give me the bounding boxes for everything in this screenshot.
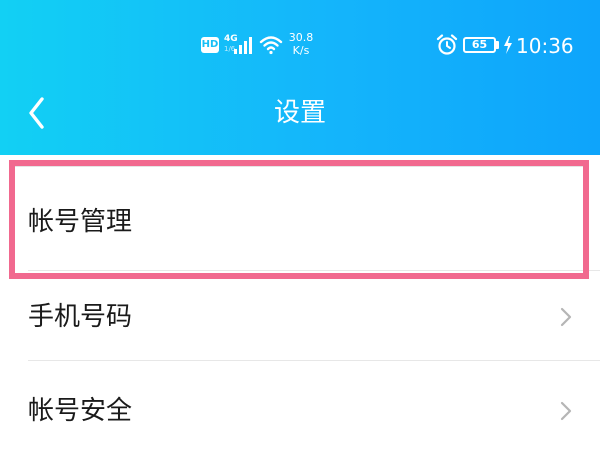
settings-item-label: 手机号码 [28,302,133,332]
settings-item-account-security[interactable]: 帐号安全 [0,361,600,450]
settings-item-account-management[interactable]: 帐号管理 [0,155,600,247]
network-speed: 30.8 K/s [288,31,314,57]
status-bar: HD 4G 1/6 30.8 K/s 65 10:36 [0,0,600,90]
clock-time: 10:36 [516,34,574,58]
divider [15,166,583,167]
battery-tip [496,41,499,49]
app-header: HD 4G 1/6 30.8 K/s 65 10:36 设置 [0,0,600,155]
network-speed-value: 30.8 [288,31,314,44]
page-title: 设置 [273,98,326,128]
chevron-right-icon [560,307,572,327]
settings-screen: HD 4G 1/6 30.8 K/s 65 10:36 设置 帐号管理 手机号码… [0,0,600,450]
signal-icon [234,37,252,54]
hd-icon: HD [201,37,219,53]
chevron-right-icon [560,401,572,421]
wifi-icon [259,36,283,55]
charging-icon [504,36,512,54]
settings-item-phone-number[interactable]: 手机号码 [0,271,600,363]
battery-icon: 65 [463,37,496,53]
settings-item-label: 帐号管理 [28,207,133,237]
alarm-icon [436,34,458,55]
settings-item-label: 帐号安全 [28,396,133,426]
network-speed-unit: K/s [292,44,310,57]
